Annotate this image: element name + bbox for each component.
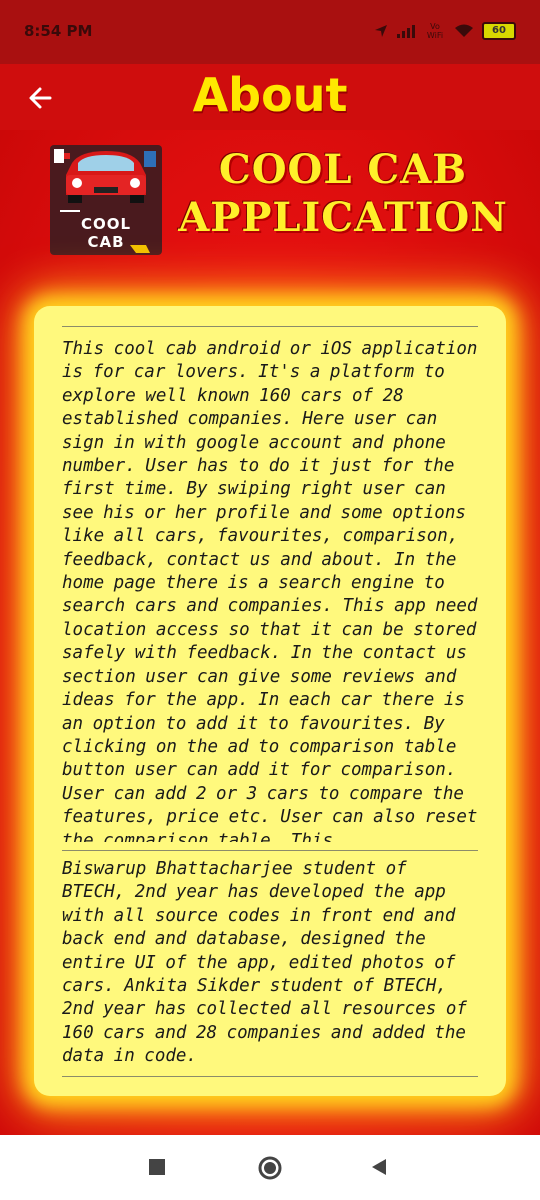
divider-middle [62,850,478,851]
circle-icon[interactable] [257,1155,283,1181]
signal-icon [397,25,415,38]
about-card: This cool cab android or iOS application… [34,306,506,1096]
wifi-icon [455,24,473,37]
app-logo: COOL CAB [50,145,162,255]
logo-line-1: COOL [80,215,132,233]
location-icon [375,25,387,37]
status-icons: Vo WiFi 60 [374,22,516,40]
triangle-back-icon[interactable] [370,1158,388,1176]
vowifi-label: Vo WiFi [426,22,444,40]
developer-credits: Biswarup Bhattacharjee student of BTECH,… [62,859,477,1067]
square-icon[interactable] [148,1158,166,1176]
divider-bottom [62,1076,478,1077]
heading-line-1: COOL CAB [218,146,468,193]
status-bar: 8:54 PM Vo WiFi 60 [0,0,540,64]
app-bar: About [0,64,540,130]
heading-line-2: APPLICATION [178,194,508,241]
page-title: About [192,68,348,122]
logo-line-2: CAB [87,233,125,251]
status-time: 8:54 PM [24,22,93,40]
battery-indicator: 60 [482,22,516,40]
system-nav-bar [0,1135,540,1200]
app-description[interactable]: This cool cab android or iOS application… [62,338,478,842]
divider-top [62,326,478,327]
